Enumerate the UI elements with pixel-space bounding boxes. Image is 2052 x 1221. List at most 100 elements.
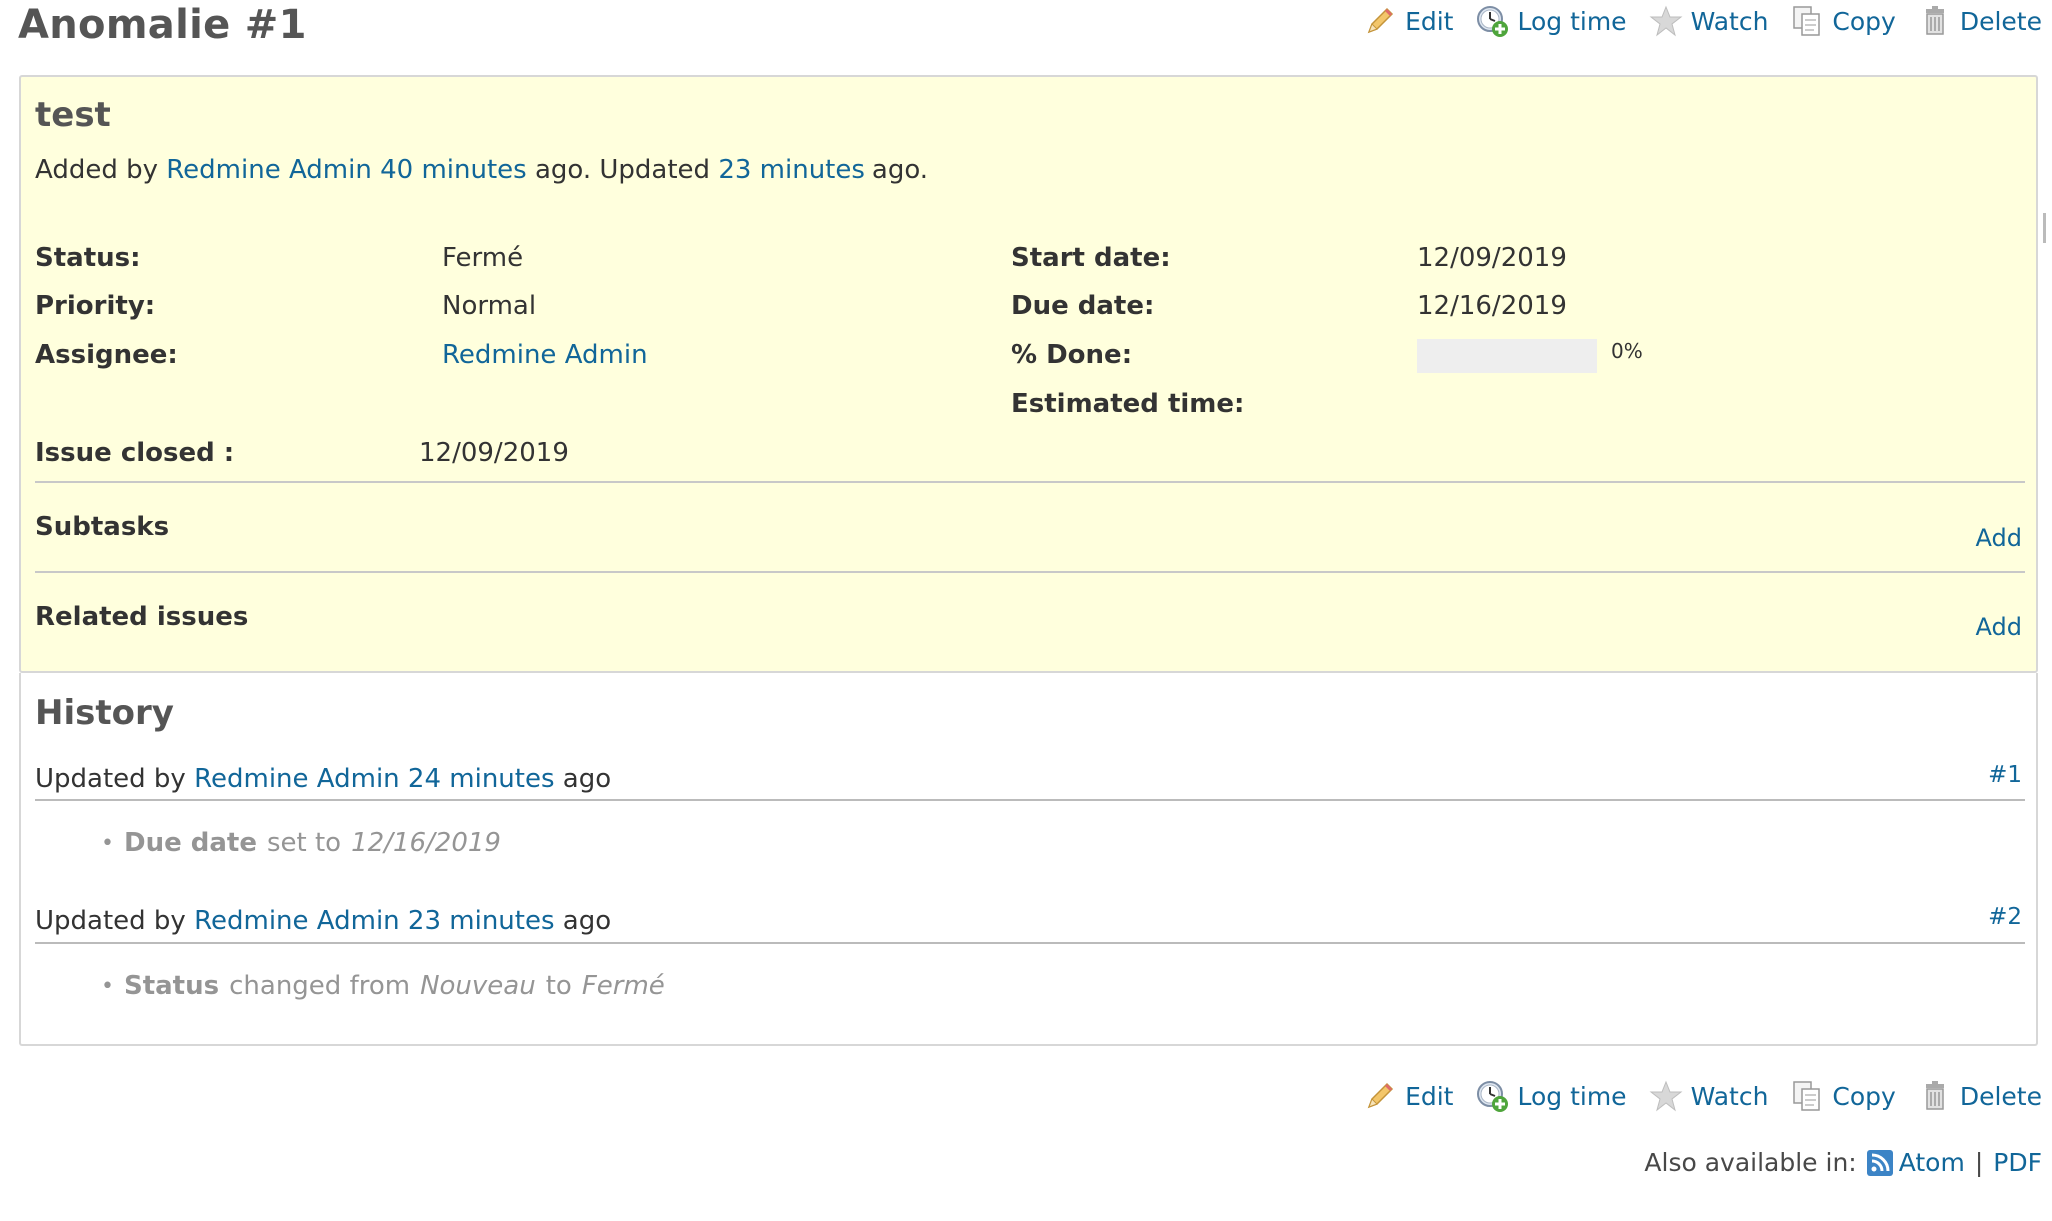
watch-label: Watch xyxy=(1690,6,1769,36)
atom-link[interactable]: Atom xyxy=(1866,1148,1965,1177)
detail-value: Fermé xyxy=(581,971,665,1001)
estimated-time-label: Estimated time: xyxy=(1011,389,1245,419)
journal-author-link[interactable]: Redmine Admin xyxy=(194,764,400,794)
bullet: • xyxy=(101,973,114,999)
star-icon xyxy=(1649,1080,1683,1112)
journal-time-link[interactable]: 24 minutes xyxy=(408,764,555,794)
history-title: History xyxy=(35,693,174,733)
start-date-value: 12/09/2019 xyxy=(1417,243,1567,273)
journal-number-link[interactable]: #2 xyxy=(1988,904,2022,930)
journal-suffix: ago xyxy=(562,764,612,794)
journal-time-link[interactable]: 23 minutes xyxy=(408,906,555,936)
journal-suffix: ago xyxy=(562,906,612,936)
status-value: Fermé xyxy=(442,243,524,273)
journal-author-link[interactable]: Redmine Admin xyxy=(194,906,400,936)
rss-feed-icon xyxy=(1866,1149,1893,1176)
scroll-indicator xyxy=(2043,213,2046,243)
journal-divider xyxy=(35,799,2025,801)
issue-actions-top: Edit Log time Watch Copy Delete xyxy=(1363,4,2042,38)
done-label: % Done: xyxy=(1011,340,1133,370)
also-available-label: Also available in: xyxy=(1644,1148,1857,1177)
trash-icon xyxy=(1925,6,1944,35)
delete-button[interactable]: Delete xyxy=(1918,4,2042,38)
due-date-label: Due date: xyxy=(1011,291,1155,321)
issue-closed-value: 12/09/2019 xyxy=(419,438,569,468)
divider xyxy=(35,571,2025,573)
issue-author-line: Added by Redmine Admin 40 minutes ago. U… xyxy=(35,155,928,185)
ago-updated-text: ago. Updated xyxy=(534,155,711,185)
watch-button[interactable]: Watch xyxy=(1649,4,1769,38)
created-ago-link[interactable]: 40 minutes xyxy=(380,155,527,185)
edit-label: Edit xyxy=(1405,6,1454,36)
clock-add-icon xyxy=(1477,6,1509,37)
done-value: 0% xyxy=(1611,339,1643,363)
edit-button[interactable]: Edit xyxy=(1363,1079,1453,1113)
delete-label: Delete xyxy=(1959,6,2042,36)
start-date-label: Start date: xyxy=(1011,243,1171,273)
delete-button[interactable]: Delete xyxy=(1918,1079,2042,1113)
done-progress-bar xyxy=(1417,339,1597,373)
watch-button[interactable]: Watch xyxy=(1649,1079,1769,1113)
journal-divider xyxy=(35,942,2025,944)
author-link[interactable]: Redmine Admin xyxy=(166,155,372,185)
history-box: History Updated by Redmine Admin 24 minu… xyxy=(19,673,2038,1046)
pdf-link[interactable]: PDF xyxy=(1993,1148,2042,1177)
detail-old-value: Nouveau xyxy=(420,971,536,1001)
updated-ago-link[interactable]: 23 minutes xyxy=(718,155,865,185)
log-time-label: Log time xyxy=(1517,1081,1627,1111)
author-prefix: Added by xyxy=(35,155,158,185)
pencil-icon xyxy=(1367,7,1394,34)
delete-label: Delete xyxy=(1959,1081,2042,1111)
journal-prefix: Updated by xyxy=(35,906,186,936)
page-title: Anomalie #1 xyxy=(18,2,307,48)
log-time-label: Log time xyxy=(1517,6,1627,36)
copy-icon xyxy=(1793,6,1821,36)
detail-field: Due date xyxy=(123,828,257,858)
star-icon xyxy=(1649,5,1683,37)
copy-label: Copy xyxy=(1832,1081,1896,1111)
copy-button[interactable]: Copy xyxy=(1790,1079,1896,1113)
issue-subject: test xyxy=(35,95,111,135)
add-subtask-link[interactable]: Add xyxy=(1976,524,2022,552)
journal-header: Updated by Redmine Admin 23 minutes ago xyxy=(35,906,611,936)
detail-text: set to xyxy=(266,828,342,858)
assignee-link[interactable]: Redmine Admin xyxy=(442,340,648,370)
clock-add-icon xyxy=(1477,1081,1509,1112)
log-time-button[interactable]: Log time xyxy=(1475,4,1627,38)
edit-label: Edit xyxy=(1405,1081,1454,1111)
divider xyxy=(35,481,2025,483)
copy-label: Copy xyxy=(1832,6,1896,36)
trash-icon xyxy=(1925,1081,1944,1110)
journal-prefix: Updated by xyxy=(35,764,186,794)
subtasks-title: Subtasks xyxy=(35,512,170,542)
add-related-issue-link[interactable]: Add xyxy=(1976,613,2022,641)
detail-value: 12/16/2019 xyxy=(351,828,501,858)
other-formats: Also available in: Atom | PDF xyxy=(1644,1148,2042,1177)
due-date-value: 12/16/2019 xyxy=(1417,291,1567,321)
journal-detail: • Status changed from Nouveau to Fermé xyxy=(101,971,665,1001)
copy-icon xyxy=(1793,1081,1821,1111)
detail-to-text: to xyxy=(545,971,572,1001)
edit-button[interactable]: Edit xyxy=(1363,4,1453,38)
related-issues-title: Related issues xyxy=(35,602,249,632)
status-label: Status: xyxy=(35,243,141,273)
log-time-button[interactable]: Log time xyxy=(1475,1079,1627,1113)
format-separator: | xyxy=(1974,1148,1984,1177)
journal-header: Updated by Redmine Admin 24 minutes ago xyxy=(35,764,611,794)
issue-details-box: test Added by Redmine Admin 40 minutes a… xyxy=(19,75,2038,673)
detail-text: changed from xyxy=(229,971,411,1001)
atom-label: Atom xyxy=(1898,1148,1965,1177)
bullet: • xyxy=(101,830,114,856)
priority-value: Normal xyxy=(442,291,537,321)
watch-label: Watch xyxy=(1690,1081,1769,1111)
pencil-icon xyxy=(1367,1082,1394,1109)
assignee-label: Assignee: xyxy=(35,340,178,370)
issue-closed-label: Issue closed : xyxy=(35,438,235,468)
journal-detail: • Due date set to 12/16/2019 xyxy=(101,828,501,858)
issue-actions-bottom: Edit Log time Watch Copy Delete xyxy=(1363,1079,2042,1113)
detail-field: Status xyxy=(123,971,220,1001)
copy-button[interactable]: Copy xyxy=(1790,4,1896,38)
journal-number-link[interactable]: #1 xyxy=(1988,762,2022,788)
priority-label: Priority: xyxy=(35,291,156,321)
ago-end-text: ago. xyxy=(871,155,929,185)
